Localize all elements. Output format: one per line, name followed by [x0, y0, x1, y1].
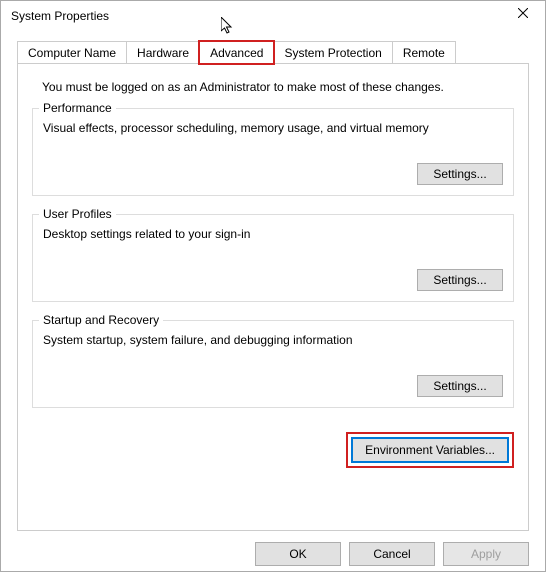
performance-group: Performance Visual effects, processor sc…: [32, 108, 514, 196]
tab-remote[interactable]: Remote: [392, 41, 456, 64]
startup-legend: Startup and Recovery: [39, 313, 163, 327]
cancel-button[interactable]: Cancel: [349, 542, 435, 566]
user-profiles-legend: User Profiles: [39, 207, 116, 221]
env-highlight: Environment Variables...: [346, 432, 514, 468]
close-icon: [518, 8, 528, 18]
close-button[interactable]: [503, 0, 543, 27]
startup-group: Startup and Recovery System startup, sys…: [32, 320, 514, 408]
startup-desc: System startup, system failure, and debu…: [43, 333, 503, 347]
tab-advanced[interactable]: Advanced: [199, 41, 274, 64]
apply-button: Apply: [443, 542, 529, 566]
titlebar: System Properties: [1, 1, 545, 31]
user-profiles-group: User Profiles Desktop settings related t…: [32, 214, 514, 302]
performance-settings-button[interactable]: Settings...: [417, 163, 503, 185]
user-profiles-settings-button[interactable]: Settings...: [417, 269, 503, 291]
ok-button[interactable]: OK: [255, 542, 341, 566]
tab-content: You must be logged on as an Administrato…: [17, 63, 529, 531]
startup-settings-button[interactable]: Settings...: [417, 375, 503, 397]
env-row: Environment Variables...: [32, 432, 514, 468]
tab-hardware[interactable]: Hardware: [126, 41, 200, 64]
environment-variables-button[interactable]: Environment Variables...: [351, 437, 509, 463]
tab-computer-name[interactable]: Computer Name: [17, 41, 127, 64]
performance-desc: Visual effects, processor scheduling, me…: [43, 121, 503, 135]
window-title: System Properties: [11, 9, 109, 23]
intro-text: You must be logged on as an Administrato…: [42, 80, 504, 94]
tab-row: Computer Name Hardware Advanced System P…: [1, 31, 545, 64]
user-profiles-desc: Desktop settings related to your sign-in: [43, 227, 503, 241]
performance-legend: Performance: [39, 101, 116, 115]
tab-system-protection[interactable]: System Protection: [273, 41, 392, 64]
dialog-buttons: OK Cancel Apply: [1, 542, 545, 578]
